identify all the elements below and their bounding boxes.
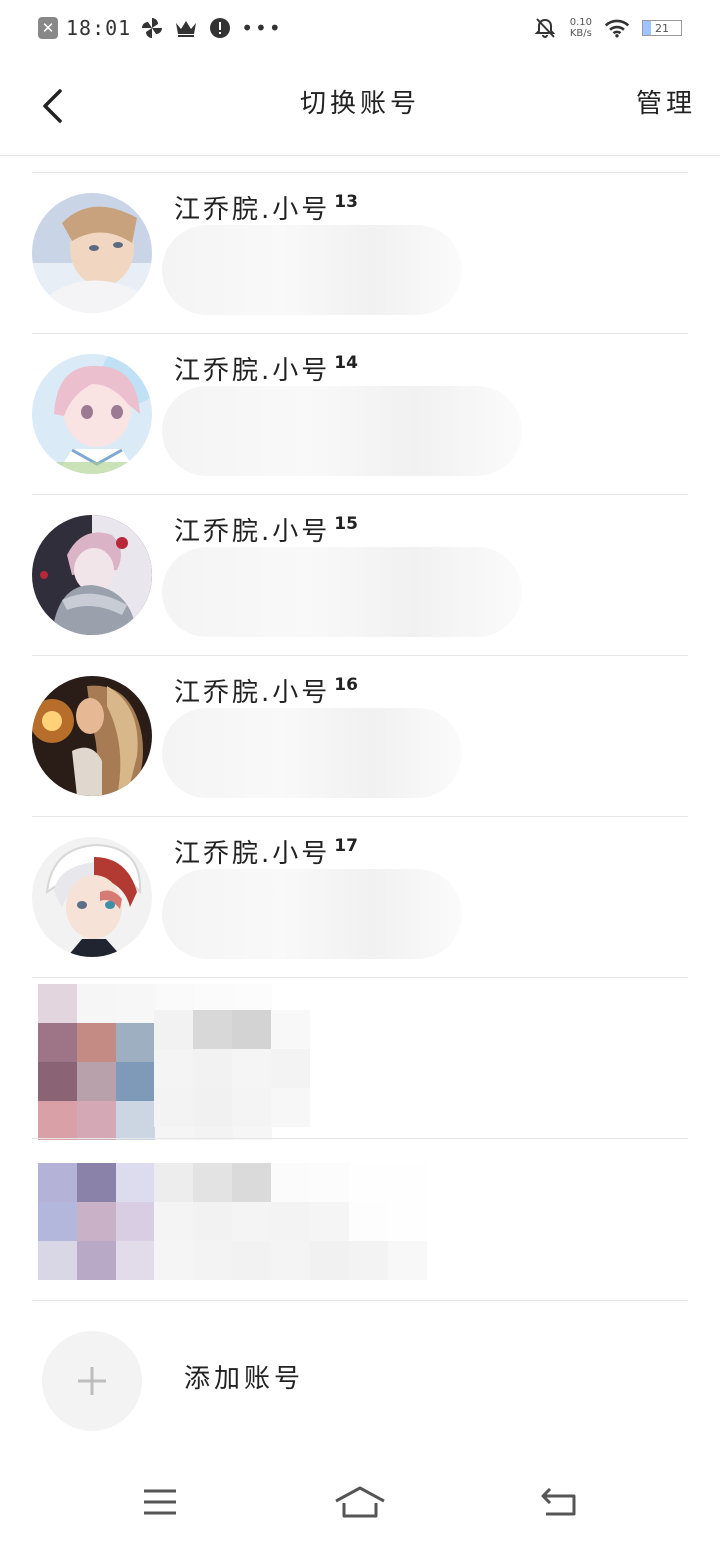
account-badge: 14	[334, 353, 358, 373]
account-item[interactable]	[32, 977, 688, 1140]
account-badge: 13	[334, 192, 358, 212]
blurred-info	[162, 869, 462, 959]
account-name: 江乔脘.小号 17	[174, 837, 358, 871]
account-name: 江乔脘.小号 15	[174, 515, 358, 549]
account-item[interactable]	[32, 1138, 688, 1299]
account-name-text: 江乔脘.小号	[174, 517, 331, 547]
manage-button[interactable]: 管理	[636, 84, 696, 124]
system-nav-bar	[0, 1460, 720, 1544]
avatar	[32, 837, 152, 957]
account-name-text: 江乔脘.小号	[174, 356, 331, 386]
wifi-icon	[604, 15, 630, 41]
avatar	[32, 354, 152, 474]
add-account-button[interactable]	[42, 1331, 142, 1431]
account-name: 江乔脘.小号 14	[174, 354, 358, 388]
avatar	[32, 193, 152, 313]
status-time: 18:01	[66, 16, 132, 40]
add-account-row[interactable]: 添加账号	[32, 1300, 688, 1460]
account-badge: 17	[334, 836, 358, 856]
app-header: 切换账号 管理	[0, 56, 720, 156]
bell-off-icon	[532, 15, 558, 41]
pinwheel-icon	[139, 15, 165, 41]
switch-account-screen: ✕ 18:01 ••• 0.10 KB/s 21 切换账号 管理 江乔脘.小号 …	[0, 0, 720, 1544]
menu-button[interactable]	[120, 1472, 200, 1532]
return-icon	[541, 1487, 576, 1516]
page-title: 切换账号	[299, 89, 420, 119]
account-name: 江乔脘.小号 16	[174, 676, 358, 710]
pixelated-avatar	[38, 1163, 155, 1280]
battery-icon: 21	[642, 20, 682, 36]
alert-icon	[207, 15, 233, 41]
network-speed: 0.10 KB/s	[570, 17, 592, 39]
battery-level: 21	[655, 21, 669, 35]
account-name-text: 江乔脘.小号	[174, 195, 331, 225]
menu-icon	[144, 1489, 176, 1515]
blurred-info	[162, 708, 462, 798]
account-item[interactable]: 江乔脘.小号 14	[32, 333, 688, 494]
account-name-text: 江乔脘.小号	[174, 678, 331, 708]
account-item[interactable]: 江乔脘.小号 16	[32, 655, 688, 816]
blurred-info	[162, 225, 462, 315]
pixelated-info	[154, 1163, 427, 1280]
account-name-text: 江乔脘.小号	[174, 839, 331, 869]
network-speed-unit: KB/s	[569, 28, 592, 39]
home-icon	[335, 1486, 385, 1518]
blurred-info	[162, 547, 522, 637]
return-button[interactable]	[520, 1472, 600, 1532]
more-icon: •••	[241, 16, 283, 40]
status-bar-left: ✕ 18:01 •••	[38, 15, 283, 41]
close-icon: ✕	[38, 17, 58, 39]
account-badge: 16	[334, 675, 358, 695]
status-bar: ✕ 18:01 ••• 0.10 KB/s 21	[0, 0, 720, 56]
home-button[interactable]	[320, 1472, 400, 1532]
account-name: 江乔脘.小号 13	[174, 193, 358, 227]
account-list: 江乔脘.小号 13 江乔脘.小号 14 江乔脘.小号 15 江乔脘.小号 16 …	[0, 172, 720, 1299]
pixelated-info	[154, 1010, 310, 1127]
crown-icon	[173, 15, 199, 41]
add-account-label[interactable]: 添加账号	[184, 1359, 304, 1399]
network-speed-value: 0.10	[569, 17, 592, 28]
account-item[interactable]: 江乔脘.小号 17	[32, 816, 688, 977]
account-item[interactable]: 江乔脘.小号 15	[32, 494, 688, 655]
avatar	[32, 515, 152, 635]
account-item[interactable]: 江乔脘.小号 13	[32, 172, 688, 333]
status-bar-right: 0.10 KB/s 21	[532, 15, 682, 41]
avatar	[32, 676, 152, 796]
blurred-info	[162, 386, 522, 476]
plus-icon	[78, 1367, 106, 1395]
account-badge: 15	[334, 514, 358, 534]
